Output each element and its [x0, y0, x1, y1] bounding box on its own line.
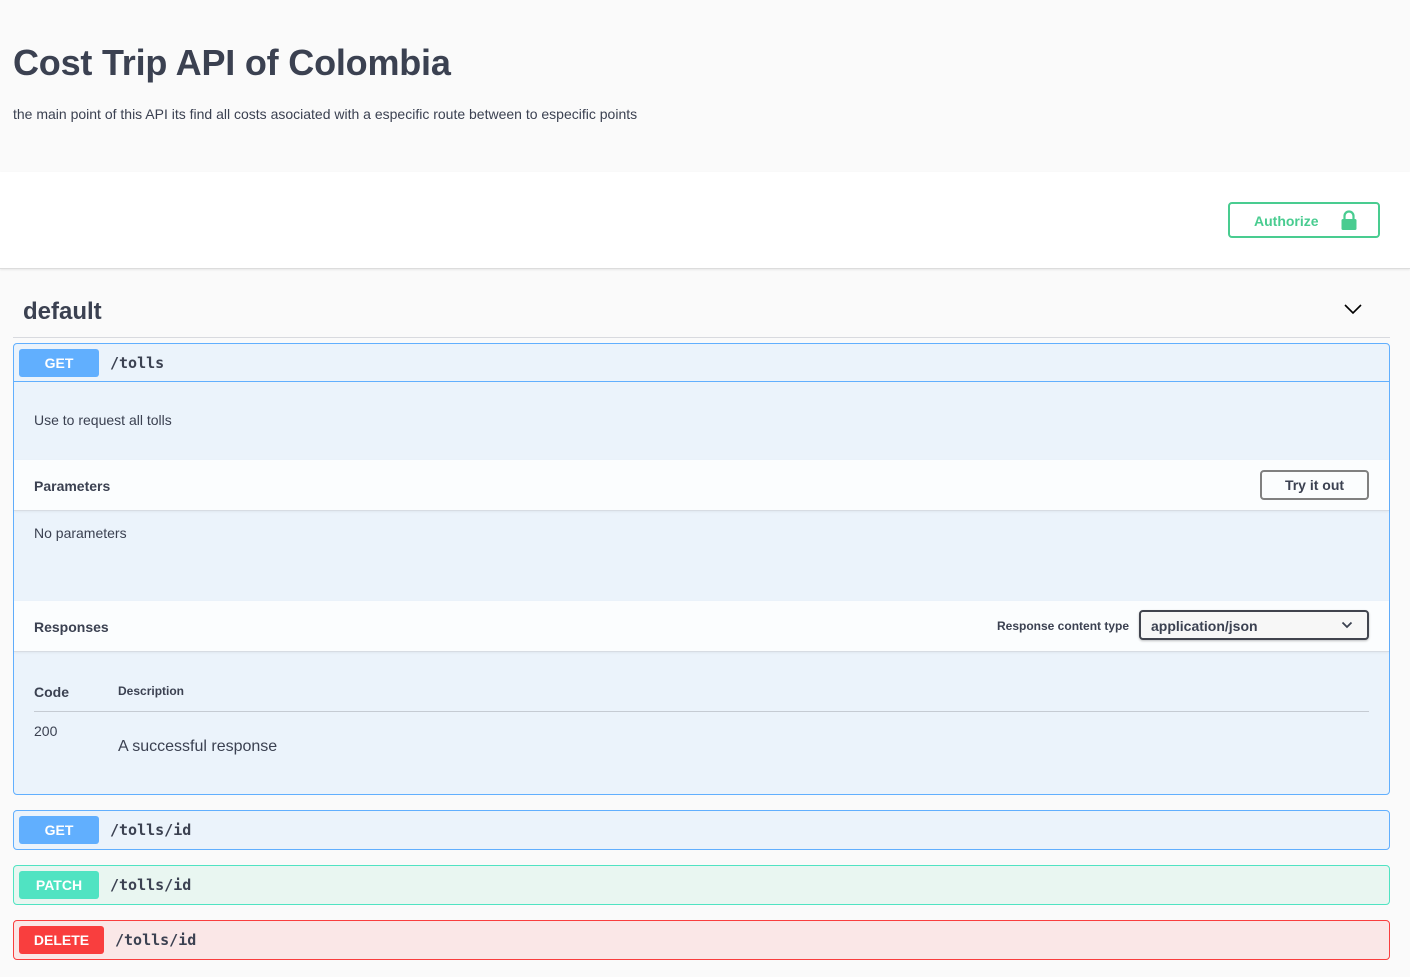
lock-icon: [1341, 210, 1357, 230]
operation-summary[interactable]: DELETE /tolls/id: [14, 921, 1389, 959]
try-it-out-button[interactable]: Try it out: [1260, 470, 1369, 500]
method-badge: PATCH: [19, 871, 99, 899]
operation-path: /tolls/id: [110, 821, 192, 839]
authorize-label: Authorize: [1254, 213, 1319, 229]
scheme-container: Authorize: [0, 172, 1410, 269]
authorize-button[interactable]: Authorize: [1228, 202, 1380, 238]
description-column-header: Description: [118, 684, 185, 698]
response-content-type-select[interactable]: application/json: [1139, 610, 1369, 640]
chevron-down-icon[interactable]: [1343, 302, 1363, 316]
parameters-title: Parameters: [34, 478, 111, 494]
method-badge: GET: [19, 816, 99, 844]
operation-get-tolls: GET /tolls Use to request all tolls Para…: [13, 343, 1390, 795]
no-parameters-text: No parameters: [34, 525, 127, 541]
parameters-header: Parameters Try it out: [14, 460, 1389, 511]
description-text: Use to request all tolls: [34, 412, 172, 428]
selected-content-type: application/json: [1151, 618, 1258, 634]
response-code: 200: [34, 723, 58, 739]
operation-summary[interactable]: GET /tolls: [14, 344, 1389, 382]
responses-table: Code Description 200 A successful respon…: [14, 652, 1389, 792]
operation-path: /tolls: [110, 354, 165, 372]
responses-header: Responses Response content type applicat…: [14, 601, 1389, 652]
api-info: Cost Trip API of Colombia the main point…: [0, 0, 1410, 172]
parameters-body: No parameters: [14, 511, 1389, 601]
response-content-type-label: Response content type: [997, 619, 1130, 633]
tag-section-default[interactable]: default: [13, 290, 1390, 338]
method-badge: DELETE: [19, 926, 104, 954]
code-column-header: Code: [34, 684, 69, 700]
tag-name: default: [23, 298, 102, 325]
operation-get-tolls-id[interactable]: GET /tolls/id: [13, 810, 1390, 850]
api-title: Cost Trip API of Colombia: [13, 42, 451, 83]
table-divider: [34, 711, 1369, 712]
operation-description: Use to request all tolls: [14, 382, 1389, 460]
response-description: A successful response: [118, 738, 278, 755]
operation-path: /tolls/id: [110, 876, 192, 894]
responses-title: Responses: [34, 619, 109, 635]
operation-patch-tolls-id[interactable]: PATCH /tolls/id: [13, 865, 1390, 905]
api-description: the main point of this API its find all …: [13, 106, 638, 122]
operation-summary[interactable]: GET /tolls/id: [14, 811, 1389, 849]
operation-summary[interactable]: PATCH /tolls/id: [14, 866, 1389, 904]
operation-delete-tolls-id[interactable]: DELETE /tolls/id: [13, 920, 1390, 960]
method-badge: GET: [19, 349, 99, 377]
chevron-down-icon: [1341, 621, 1353, 629]
operation-path: /tolls/id: [115, 931, 197, 949]
